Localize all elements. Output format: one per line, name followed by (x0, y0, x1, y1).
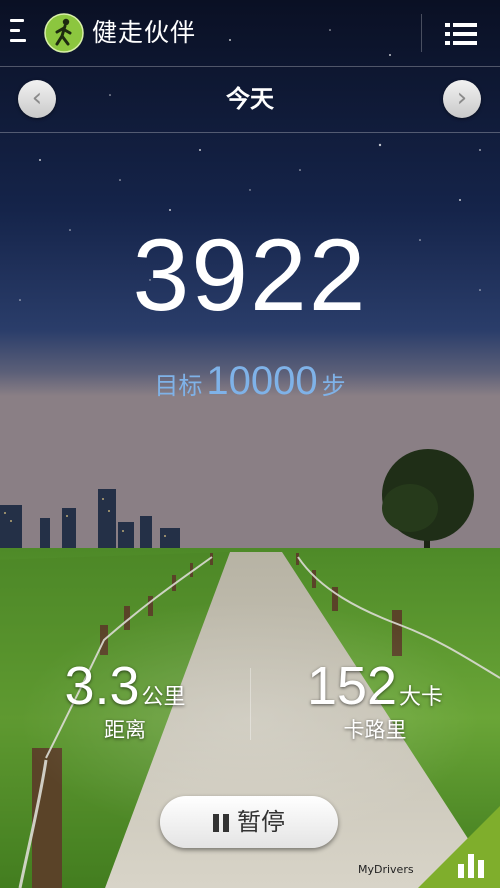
date-divider (0, 132, 500, 133)
list-view-icon[interactable] (445, 22, 477, 46)
top-bar: 健走伙伴 (0, 0, 500, 66)
pause-icon (213, 814, 229, 832)
next-day-button[interactable]: › (443, 80, 481, 118)
distance-unit: 公里 (141, 685, 186, 710)
header-divider (421, 14, 422, 52)
chevron-left-icon: ‹ (31, 83, 43, 113)
date-label: 今天 (226, 85, 274, 113)
top-divider (0, 66, 500, 67)
goal-unit: 步 (321, 372, 346, 400)
pause-label: 暂停 (237, 808, 285, 836)
walker-logo-icon (44, 13, 84, 53)
calories-label: 卡路里 (343, 718, 407, 742)
calories-value: 152 (306, 656, 398, 716)
previous-day-button[interactable]: ‹ (18, 80, 56, 118)
calories-stat: 152大卡 卡路里 (250, 656, 500, 744)
app-title: 健走伙伴 (92, 18, 197, 47)
background-scene (0, 0, 500, 888)
calories-unit: 大卡 (399, 685, 444, 710)
goal-label: 目标 (154, 372, 203, 400)
chevron-right-icon: › (456, 83, 468, 113)
goal-value: 10000 (206, 359, 318, 403)
menu-icon[interactable] (10, 19, 30, 47)
pause-button[interactable]: 暂停 (160, 796, 338, 848)
statistics-chart-icon[interactable] (418, 806, 500, 888)
distance-label: 距离 (104, 718, 146, 742)
watermark: MyDrivers (358, 863, 414, 876)
distance-stat: 3.3公里 距离 (0, 656, 250, 744)
step-goal: 目标 10000 步 (0, 358, 500, 412)
step-count: 3922 (132, 218, 368, 332)
distance-value: 3.3 (64, 656, 140, 716)
